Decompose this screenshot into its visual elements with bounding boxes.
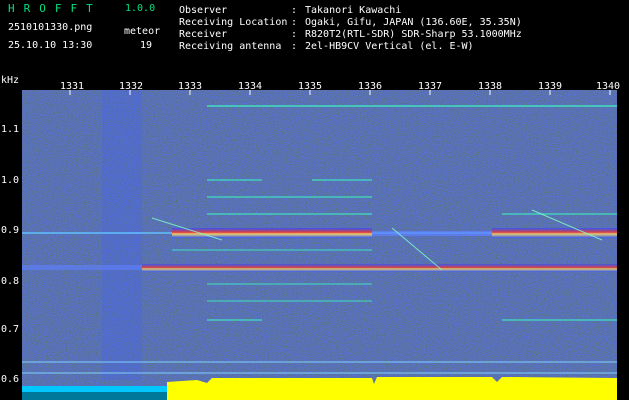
info-key: Receiver	[179, 29, 228, 40]
spectrogram	[22, 90, 617, 400]
y-tick-label: 0.9	[1, 225, 20, 236]
filename: 2510101330.png	[8, 22, 93, 33]
y-axis-unit: kHz	[1, 75, 20, 86]
app-title: HROFFT	[8, 2, 102, 15]
carrier-band-upper	[372, 231, 492, 236]
carrier-band-lower	[142, 264, 617, 272]
y-tick-label: 0.8	[1, 276, 20, 287]
spectrogram-svg	[22, 90, 617, 400]
y-tick-label: 1.1	[1, 124, 20, 135]
y-tick-label: 0.7	[1, 324, 20, 335]
level-bar	[167, 377, 617, 400]
detect-count: 19	[140, 40, 153, 51]
info-row-receiver: Receiver: R820T2(RTL-SDR) SDR-Sharp 53.10…	[179, 29, 522, 41]
info-row-antenna: Receiving antenna:2el-HB9CV Vertical (el…	[179, 41, 522, 53]
info-colon: :	[291, 29, 298, 40]
info-row-location: Receiving Location: Ogaki, Gifu, JAPAN (1…	[179, 17, 522, 29]
detect-label: meteor	[124, 26, 161, 37]
station-info: Observer: Takanori Kawachi Receiving Loca…	[179, 5, 522, 53]
noise-burst	[102, 90, 142, 380]
info-value: 2el-HB9CV Vertical (el. E-W)	[305, 41, 474, 52]
info-key: Observer	[179, 5, 228, 16]
carrier-band-upper	[172, 228, 372, 238]
info-key: Receiving antenna	[179, 41, 282, 52]
datetime: 25.10.10 13:30	[8, 40, 93, 51]
carrier-band-lower	[22, 265, 142, 270]
info-colon: :	[291, 17, 298, 28]
info-value: R820T2(RTL-SDR) SDR-Sharp 53.1000MHz	[305, 29, 522, 40]
carrier-band-upper	[492, 228, 617, 238]
info-value: Takanori Kawachi	[305, 5, 402, 16]
info-value: Ogaki, Gifu, JAPAN (136.60E, 35.35N)	[305, 17, 522, 28]
info-row-observer: Observer: Takanori Kawachi	[179, 5, 522, 17]
y-tick-label: 0.6	[1, 374, 20, 385]
info-colon: :	[291, 41, 298, 52]
info-key: Receiving Location	[179, 17, 288, 28]
app-version: 1.0.0	[125, 3, 156, 14]
info-colon: :	[291, 5, 298, 16]
y-tick-label: 1.0	[1, 175, 20, 186]
